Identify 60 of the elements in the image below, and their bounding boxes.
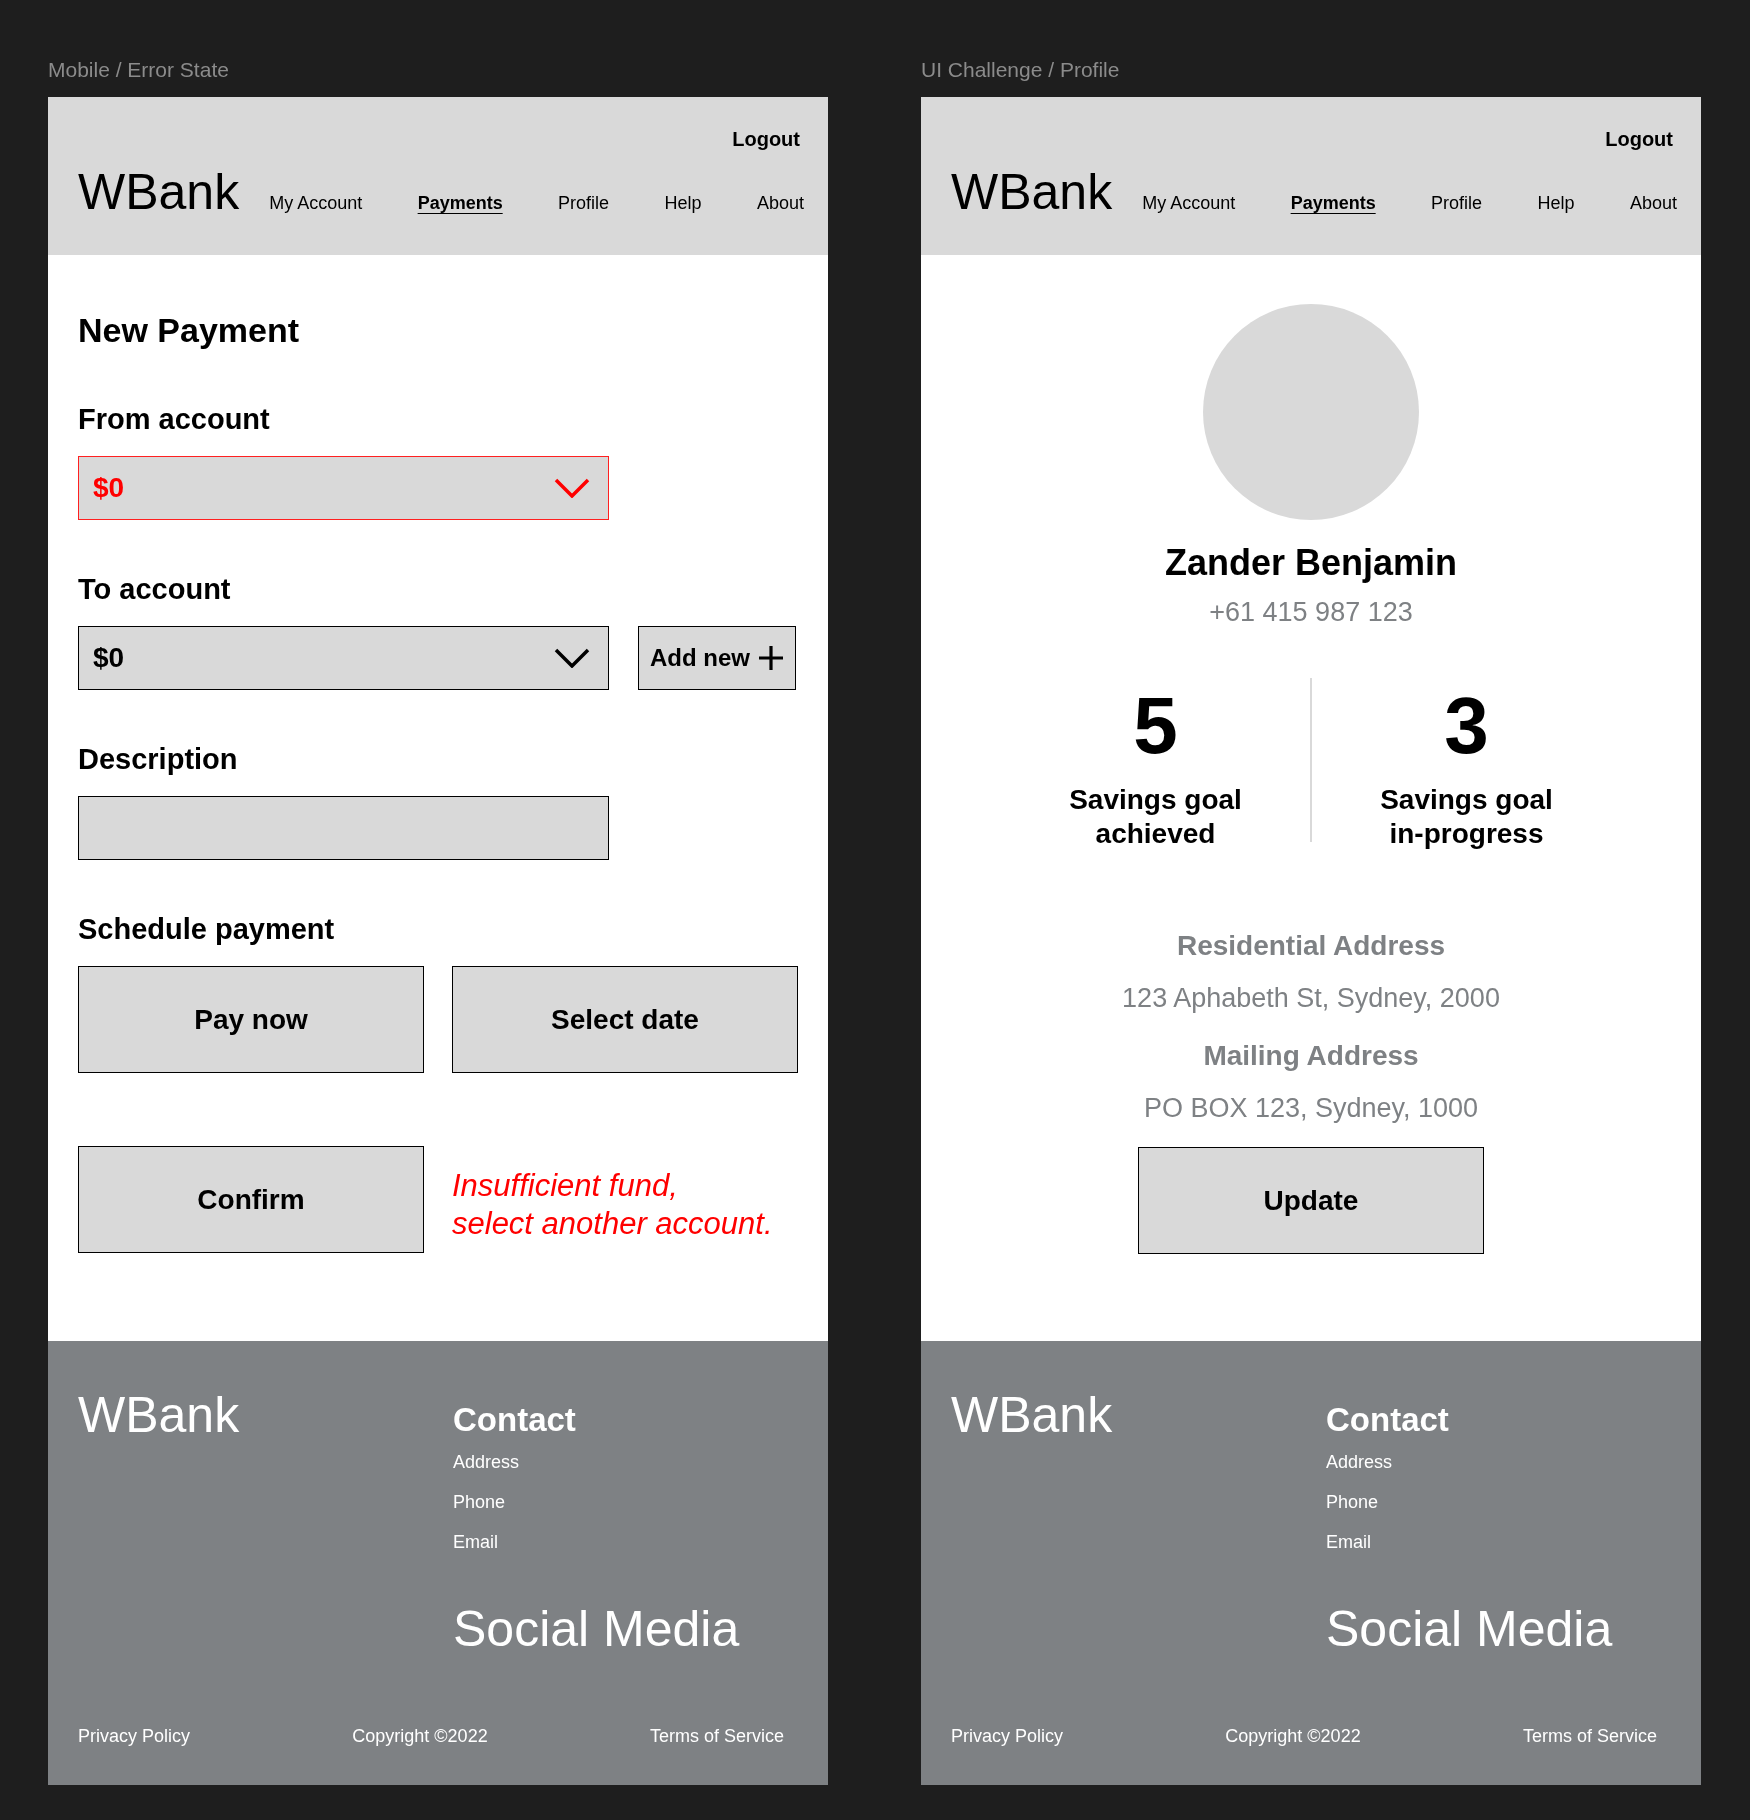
phone-number: +61 415 987 123 — [1209, 596, 1413, 628]
contact-link[interactable]: Address — [1326, 1451, 1393, 1473]
nav-link[interactable]: My Account — [1142, 193, 1236, 214]
plus-icon — [758, 645, 784, 671]
contact-link[interactable]: Email — [1326, 1531, 1371, 1553]
field-label: From account — [78, 402, 271, 436]
logo-text: WBank — [951, 163, 1113, 221]
footer-link[interactable]: Copyright ©2022 — [1225, 1726, 1361, 1747]
field-label: To account — [78, 572, 232, 606]
address-text: PO BOX 123, Sydney, 1000 — [1143, 1092, 1479, 1125]
nav-link[interactable]: Profile — [1431, 193, 1483, 214]
contact-link[interactable]: Email — [453, 1531, 498, 1553]
stat-label: Savings goal achieved — [1069, 783, 1242, 851]
nav-link[interactable]: Profile — [558, 193, 610, 214]
contact-heading: Contact — [453, 1401, 576, 1439]
field-label: Schedule payment — [78, 912, 336, 946]
profile-name: Zander Benjamin — [1164, 542, 1458, 584]
page-title: New Payment — [78, 310, 301, 350]
nav-link[interactable]: Payments — [417, 193, 503, 214]
chevron-down-icon — [554, 648, 590, 668]
nav-link[interactable]: Help — [664, 193, 702, 214]
stat-value: 5 — [1133, 686, 1178, 766]
schedule-button[interactable]: Select date — [452, 966, 798, 1073]
social-media-heading: Social Media — [453, 1600, 740, 1658]
frame-label: UI Challenge / Profile — [921, 58, 1121, 82]
footer-link[interactable]: Privacy Policy — [951, 1726, 1064, 1747]
address-text: 123 Aphabeth St, Sydney, 2000 — [1122, 982, 1500, 1015]
contact-link[interactable]: Phone — [453, 1491, 506, 1513]
nav-link[interactable]: About — [756, 193, 804, 214]
nav-link[interactable]: Payments — [1290, 193, 1376, 214]
footer-logo: WBank — [951, 1387, 1113, 1443]
chevron-down-icon — [554, 478, 590, 498]
logout-link[interactable]: Logout — [1605, 127, 1673, 151]
contact-heading: Contact — [1326, 1401, 1449, 1439]
footer-link[interactable]: Terms of Service — [1522, 1726, 1657, 1747]
footer-link[interactable]: Terms of Service — [649, 1726, 784, 1747]
add-new-button[interactable]: Add new — [638, 626, 796, 690]
stat-label: Savings goal in-progress — [1380, 783, 1553, 851]
address-heading: Residential Address — [1176, 929, 1446, 963]
schedule-button[interactable]: Pay now — [78, 966, 424, 1073]
logo-text: WBank — [78, 163, 240, 221]
footer-link[interactable]: Privacy Policy — [78, 1726, 191, 1747]
nav-link[interactable]: Help — [1537, 193, 1575, 214]
update-button[interactable]: Update — [1138, 1147, 1484, 1254]
field-label: Description — [78, 742, 239, 776]
account-select[interactable]: $0 — [78, 626, 609, 690]
logout-link[interactable]: Logout — [732, 127, 800, 151]
error-message: Insufficient fund, select another account. — [452, 1166, 773, 1243]
address-heading: Mailing Address — [1203, 1039, 1419, 1073]
social-media-heading: Social Media — [1326, 1600, 1613, 1658]
contact-link[interactable]: Address — [453, 1451, 520, 1473]
stat-value: 3 — [1444, 686, 1489, 766]
confirm-button[interactable]: Confirm — [78, 1146, 424, 1253]
footer-logo: WBank — [78, 1387, 240, 1443]
nav-link[interactable]: My Account — [269, 193, 363, 214]
contact-link[interactable]: Phone — [1326, 1491, 1379, 1513]
frame-label: Mobile / Error State — [48, 58, 230, 82]
description-field[interactable] — [78, 796, 609, 860]
footer-link[interactable]: Copyright ©2022 — [352, 1726, 488, 1747]
nav-link[interactable]: About — [1629, 193, 1677, 214]
